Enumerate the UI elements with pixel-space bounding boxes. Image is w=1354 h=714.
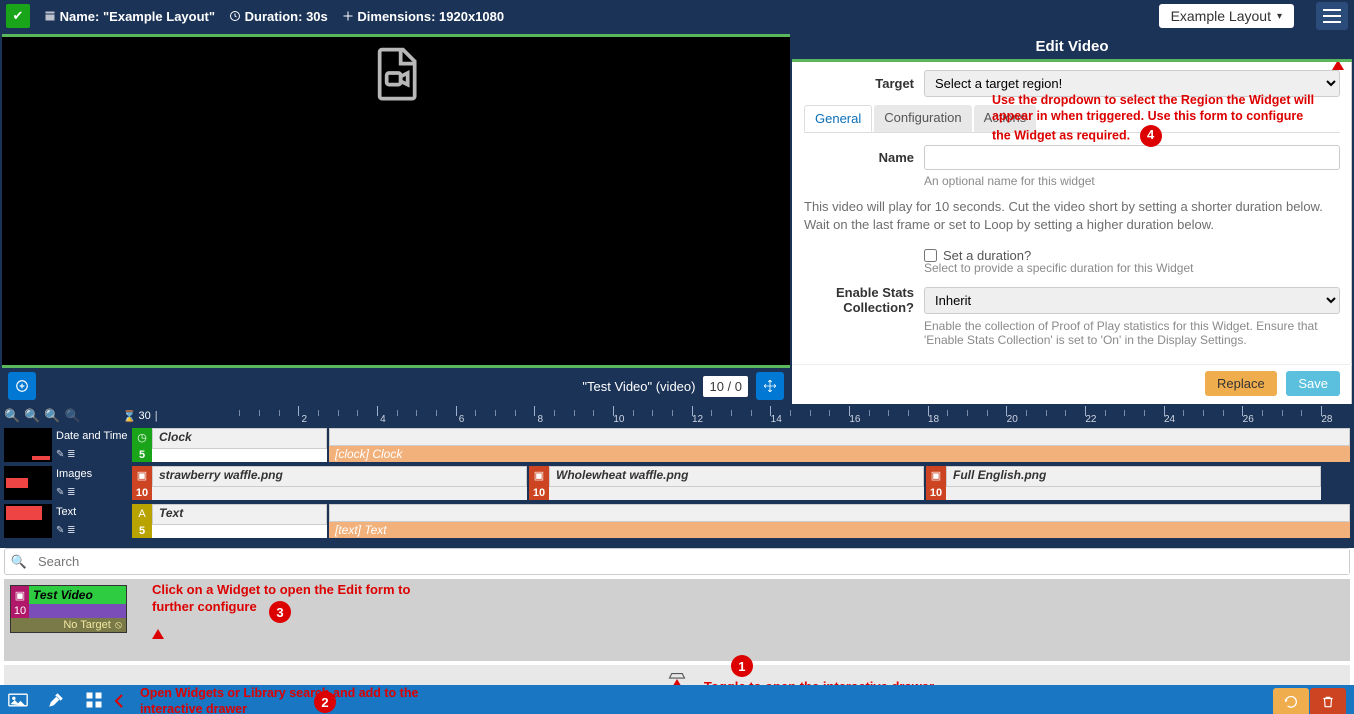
clip-title: strawberry waffle.png xyxy=(152,466,527,487)
region-thumb[interactable] xyxy=(4,504,52,538)
timeline-tracks: Date and Time ✎ ≣ ◷5Clock[clock] Clock Imag… xyxy=(0,426,1354,548)
no-target-icon: ⦸ xyxy=(115,619,122,632)
media-library-icon[interactable] xyxy=(8,691,28,714)
track: Text ✎ ≣ A5Text[text] Text xyxy=(4,504,1350,538)
track-tools[interactable]: ✎ ≣ xyxy=(56,525,128,536)
save-button[interactable]: Save xyxy=(1286,371,1340,396)
zoom-disabled-icon: 🔍 xyxy=(65,408,81,424)
track-name: Images xyxy=(56,468,128,480)
name-input[interactable] xyxy=(924,145,1340,170)
chevron-left-icon xyxy=(114,694,124,711)
clock-icon: ◷ xyxy=(132,428,152,447)
timeline-clip[interactable]: ▣10Full English.png xyxy=(926,466,1321,500)
preview-canvas[interactable] xyxy=(2,34,790,368)
topbar: ✔ Name: "Example Layout" Duration: 30s D… xyxy=(0,0,1354,32)
track-tools[interactable]: ✎ ≣ xyxy=(56,449,128,460)
tools-icon[interactable] xyxy=(46,691,66,714)
zoom-in-icon[interactable]: 🔍 xyxy=(4,408,20,424)
tab-configuration[interactable]: Configuration xyxy=(874,105,971,132)
search-icon: 🔍 xyxy=(5,554,33,570)
current-item-label: "Test Video" (video) xyxy=(582,379,695,394)
chevron-down-icon: ▾ xyxy=(1277,11,1282,22)
track-tools[interactable]: ✎ ≣ xyxy=(56,487,128,498)
layout-duration: Duration: 30s xyxy=(229,9,328,24)
duration-info: This video will play for 10 seconds. Cut… xyxy=(804,198,1340,234)
layout-name: Name: "Example Layout" xyxy=(44,9,215,24)
widget-duration: 10 xyxy=(11,604,29,618)
region-thumb[interactable] xyxy=(4,466,52,500)
layout-dimensions: Dimensions: 1920x1080 xyxy=(342,9,504,24)
preview-footer: "Test Video" (video) 10 / 0 xyxy=(2,368,790,404)
delete-button[interactable] xyxy=(1310,688,1346,714)
target-label: Target xyxy=(804,76,914,91)
track: Images ✎ ≣ ▣10strawberry waffle.png▣10Whol… xyxy=(4,466,1350,500)
img-icon: ▣ xyxy=(132,466,152,485)
widget-card[interactable]: ▣ Test Video 10 No Target ⦸ xyxy=(10,585,127,633)
undo-icon xyxy=(1283,694,1299,710)
name-help: An optional name for this widget xyxy=(924,174,1340,188)
tab-general[interactable]: General xyxy=(804,105,872,132)
status-check-icon: ✔ xyxy=(6,4,30,28)
replace-button[interactable]: Replace xyxy=(1205,371,1277,396)
hourglass-icon: ⌛ xyxy=(123,410,137,423)
timeline-clip[interactable]: ▣10Wholewheat waffle.png xyxy=(529,466,924,500)
stats-help: Enable the collection of Proof of Play s… xyxy=(924,319,1340,347)
prev-button[interactable] xyxy=(8,372,36,400)
set-duration-help: Select to provide a specific duration fo… xyxy=(924,261,1340,275)
edit-panel-title: Edit Video xyxy=(792,34,1352,59)
stats-label: Enable Stats Collection? xyxy=(804,285,914,315)
timeline-clip[interactable]: ▣10strawberry waffle.png xyxy=(132,466,527,500)
start-marker: 30 xyxy=(138,410,150,422)
img-icon: ▣ xyxy=(926,466,946,485)
text-icon: A xyxy=(132,504,152,523)
track-name: Date and Time xyxy=(56,430,128,442)
plus-circle-icon xyxy=(15,379,29,393)
counter: 10 / 0 xyxy=(703,376,748,397)
name-label: Name xyxy=(804,150,914,165)
timeline-clip[interactable]: A5Text xyxy=(132,504,327,538)
img-icon: ▣ xyxy=(529,466,549,485)
layout-dropdown[interactable]: Example Layout ▾ xyxy=(1159,4,1294,28)
search-input[interactable] xyxy=(33,549,1349,574)
track-name: Text xyxy=(56,506,128,518)
clip-title: Wholewheat waffle.png xyxy=(549,466,924,487)
clip-tail-label: [text] Text xyxy=(329,522,1350,538)
timeline-clip[interactable]: ◷5Clock xyxy=(132,428,327,462)
clip-tail-label: [clock] Clock xyxy=(329,446,1350,462)
trash-icon xyxy=(1321,694,1335,710)
drawer-handle[interactable]: Toggle to open the interactive drawer 1 xyxy=(4,665,1350,685)
widgets-icon[interactable] xyxy=(84,691,104,714)
bottom-toolbar: Open Widgets or Library search and add t… xyxy=(0,685,1354,714)
drawer-search: 🔍 xyxy=(4,548,1350,575)
video-icon: ▣ xyxy=(11,586,29,604)
clip-title: Full English.png xyxy=(946,466,1321,487)
region-thumb[interactable] xyxy=(4,428,52,462)
drawer-body: ▣ Test Video 10 No Target ⦸ Click on a W… xyxy=(4,579,1350,661)
menu-button[interactable] xyxy=(1316,2,1348,30)
move-button[interactable] xyxy=(756,372,784,400)
video-file-icon xyxy=(368,45,424,101)
move-icon xyxy=(763,379,777,393)
clip-title: Clock xyxy=(152,428,327,449)
zoom-reset-icon[interactable]: 🔍 xyxy=(44,408,60,424)
clip-title: Text xyxy=(152,504,327,525)
widget-name: Test Video xyxy=(29,586,126,604)
no-target-label: No Target xyxy=(63,619,111,631)
timeline-ruler: 🔍 🔍 🔍 🔍 ⌛ 30 | 246810121416182022242628 xyxy=(0,404,1354,426)
edit-panel: Edit Video Target Select a target region… xyxy=(792,34,1352,404)
track: Date and Time ✎ ≣ ◷5Clock[clock] Clock xyxy=(4,428,1350,462)
stats-select[interactable]: Inherit xyxy=(924,287,1340,314)
undo-button[interactable] xyxy=(1273,688,1309,714)
zoom-out-icon[interactable]: 🔍 xyxy=(24,408,40,424)
